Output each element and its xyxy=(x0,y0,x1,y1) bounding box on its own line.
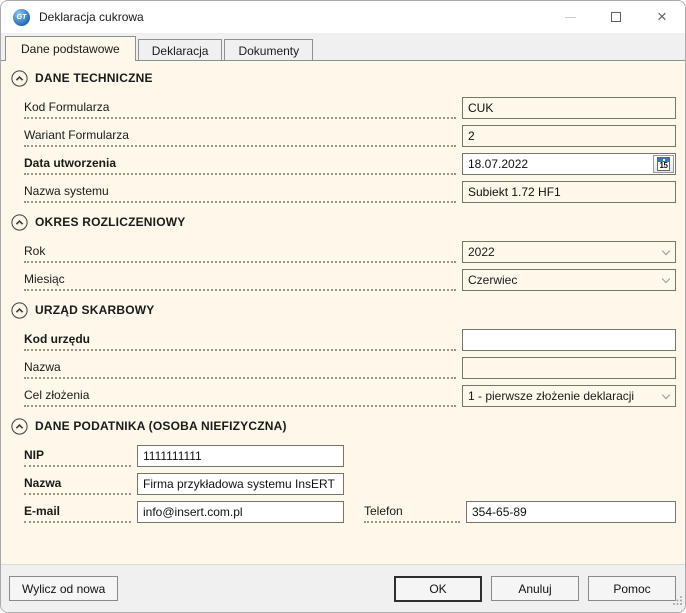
field-row: Rok 2022 xyxy=(11,241,676,263)
chevron-down-icon xyxy=(662,274,670,282)
cel-zlozenia-select[interactable]: 1 - pierwsze złożenie deklaracji xyxy=(462,385,676,407)
data-utworzenia-input[interactable] xyxy=(462,153,676,175)
form-panel: DANE TECHNICZNE Kod Formularza Wariant F… xyxy=(1,61,685,564)
field-label: Nazwa xyxy=(24,476,61,490)
field-label: E-mail xyxy=(24,504,60,518)
field-row: Nazwa xyxy=(11,357,676,379)
chevron-down-icon xyxy=(662,390,670,398)
window-controls: × xyxy=(547,1,685,33)
collapse-icon[interactable] xyxy=(11,418,28,435)
field-row: Wariant Formularza xyxy=(11,125,676,147)
wariant-formularza-input[interactable] xyxy=(462,125,676,147)
kod-urzedu-input[interactable] xyxy=(462,329,676,351)
field-label: Cel złożenia xyxy=(24,388,89,402)
titlebar[interactable]: GT Deklaracja cukrowa × xyxy=(1,1,685,33)
collapse-icon[interactable] xyxy=(11,214,28,231)
calendar-button[interactable]: 15 xyxy=(653,155,674,173)
section-header-dane-podatnika: DANE PODATNIKA (OSOBA NIEFIZYCZNA) xyxy=(11,417,676,435)
calendar-icon: 15 xyxy=(657,157,670,171)
field-row: Nazwa xyxy=(11,473,676,495)
minimize-icon xyxy=(565,17,576,18)
field-row: NIP xyxy=(11,445,676,467)
rok-select[interactable]: 2022 xyxy=(462,241,676,263)
field-label: Miesiąc xyxy=(24,272,65,286)
recalculate-button[interactable]: Wylicz od nowa xyxy=(9,576,118,601)
field-row: Data utworzenia 15 xyxy=(11,153,676,175)
tab-label: Dokumenty xyxy=(238,44,299,58)
field-label: Data utworzenia xyxy=(24,156,116,170)
field-label: Rok xyxy=(24,244,45,258)
nazwa-systemu-input[interactable] xyxy=(462,181,676,203)
tab-dane-podstawowe[interactable]: Dane podstawowe xyxy=(5,36,136,61)
insert-gt-logo-icon: GT xyxy=(13,9,30,26)
field-label: Kod urzędu xyxy=(24,332,90,346)
close-icon: × xyxy=(657,8,667,25)
field-row: Miesiąc Czerwiec xyxy=(11,269,676,291)
section-header-urzad-skarbowy: URZĄD SKARBOWY xyxy=(11,301,676,319)
miesiac-select[interactable]: Czerwiec xyxy=(462,269,676,291)
field-row: Cel złożenia 1 - pierwsze złożenie dekla… xyxy=(11,385,676,407)
section-header-dane-techniczne: DANE TECHNICZNE xyxy=(11,69,676,87)
tab-dokumenty[interactable]: Dokumenty xyxy=(224,39,313,61)
maximize-button[interactable] xyxy=(593,1,639,33)
close-button[interactable]: × xyxy=(639,1,685,33)
dialog-buttons: OK Anuluj Pomoc xyxy=(394,576,676,602)
tab-label: Dane podstawowe xyxy=(21,42,120,56)
maximize-icon xyxy=(611,12,621,22)
selected-value: 1 - pierwsze złożenie deklaracji xyxy=(468,389,634,403)
field-label: Kod Formularza xyxy=(24,100,109,114)
field-label: NIP xyxy=(24,448,44,462)
nip-input[interactable] xyxy=(137,445,344,467)
section-title: OKRES ROZLICZENIOWY xyxy=(35,215,185,229)
nazwa-urzedu-input[interactable] xyxy=(462,357,676,379)
selected-value: 2022 xyxy=(468,245,495,259)
collapse-icon[interactable] xyxy=(11,70,28,87)
cancel-button[interactable]: Anuluj xyxy=(491,576,579,601)
nazwa-podatnika-input[interactable] xyxy=(137,473,344,495)
section-title: DANE PODATNIKA (OSOBA NIEFIZYCZNA) xyxy=(35,419,287,433)
section-header-okres-rozliczeniowy: OKRES ROZLICZENIOWY xyxy=(11,213,676,231)
dialog-window: GT Deklaracja cukrowa × Dane podstawowe … xyxy=(0,0,686,613)
telefon-input[interactable] xyxy=(466,501,676,523)
field-label: Nazwa systemu xyxy=(24,184,109,198)
resize-grip[interactable] xyxy=(673,592,683,610)
field-label: Wariant Formularza xyxy=(24,128,129,142)
ok-button[interactable]: OK xyxy=(394,576,482,602)
selected-value: Czerwiec xyxy=(468,273,517,287)
chevron-down-icon xyxy=(662,246,670,254)
section-title: URZĄD SKARBOWY xyxy=(35,303,154,317)
button-bar: Wylicz od nowa OK Anuluj Pomoc xyxy=(1,564,685,612)
data-utworzenia-field: 15 xyxy=(462,153,676,175)
tab-strip: Dane podstawowe Deklaracja Dokumenty xyxy=(1,33,685,61)
window-title: Deklaracja cukrowa xyxy=(39,10,144,24)
tab-label: Deklaracja xyxy=(152,44,209,58)
field-row: Nazwa systemu xyxy=(11,181,676,203)
section-title: DANE TECHNICZNE xyxy=(35,71,153,85)
field-label: Telefon xyxy=(364,504,403,518)
field-label: Nazwa xyxy=(24,360,61,374)
minimize-button xyxy=(547,1,593,33)
field-row: Kod Formularza xyxy=(11,97,676,119)
field-row: E-mail Telefon xyxy=(11,501,676,523)
field-row: Kod urzędu xyxy=(11,329,676,351)
email-input[interactable] xyxy=(137,501,344,523)
help-button[interactable]: Pomoc xyxy=(588,576,676,601)
collapse-icon[interactable] xyxy=(11,302,28,319)
tab-deklaracja[interactable]: Deklaracja xyxy=(138,39,223,61)
kod-formularza-input[interactable] xyxy=(462,97,676,119)
